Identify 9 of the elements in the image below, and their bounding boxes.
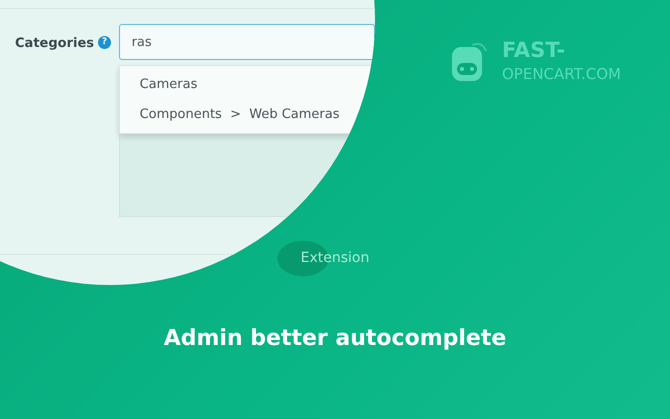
banner-title: Admin better autocomplete: [162, 325, 508, 353]
field-label: Categories: [15, 35, 94, 53]
help-icon[interactable]: ?: [98, 36, 112, 49]
category-tag: Extension: [276, 240, 370, 277]
suggestion-item[interactable]: Components > Web Cameras: [120, 100, 374, 129]
search-field[interactable]: ras: [118, 24, 375, 60]
logo-subtext: OPENCART.COM: [502, 67, 621, 82]
logo-text: FAST-: [502, 40, 566, 61]
suggestion-item[interactable]: Cameras: [120, 70, 374, 100]
